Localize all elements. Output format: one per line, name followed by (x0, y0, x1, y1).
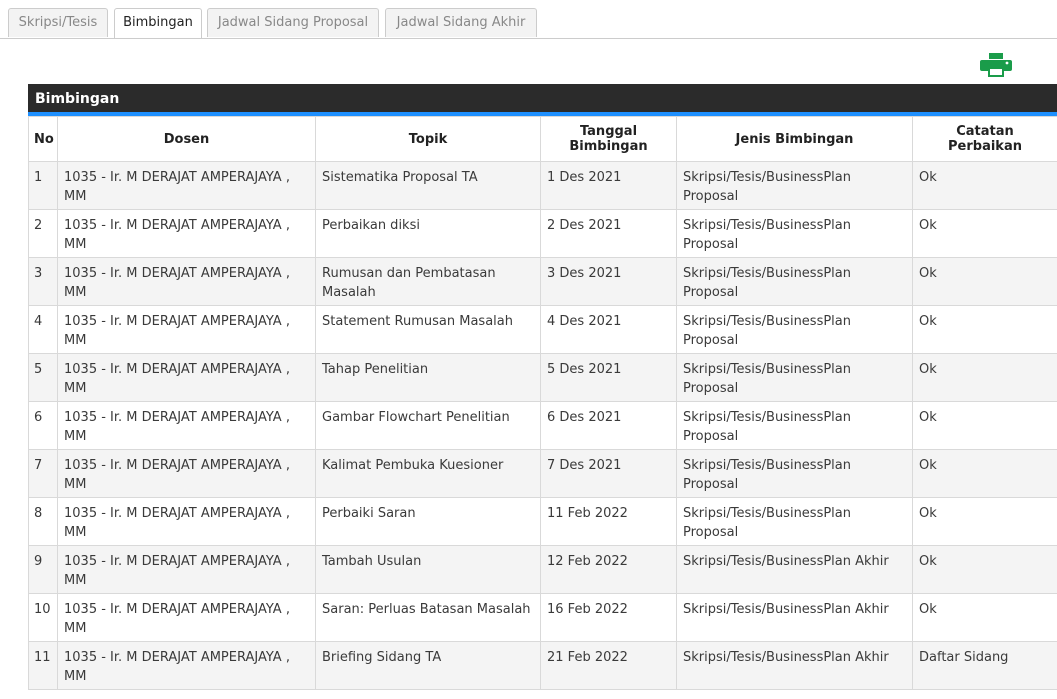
cell-no: 4 (28, 305, 58, 354)
cell-dosen: 1035 - Ir. M DERAJAT AMPERAJAYA , MM (57, 209, 316, 258)
cell-catatan: Ok (912, 401, 1057, 450)
cell-tanggal: 5 Des 2021 (540, 353, 677, 402)
cell-dosen: 1035 - Ir. M DERAJAT AMPERAJAYA , MM (57, 257, 316, 306)
table-row: 3 1035 - Ir. M DERAJAT AMPERAJAYA , MM Rum… (28, 257, 1057, 306)
cell-catatan: Ok (912, 209, 1057, 258)
header-catatan-line1: Catatan (956, 124, 1014, 139)
cell-catatan: Ok (912, 593, 1057, 642)
tab-jadwal-sidang-akhir[interactable]: Jadwal Sidang Akhir (385, 8, 537, 37)
cell-jenis: Skripsi/Tesis/BusinessPlan Akhir (676, 545, 913, 594)
page: Skripsi/Tesis Bimbingan Jadwal Sidang Pr… (0, 0, 1057, 699)
cell-no: 9 (28, 545, 58, 594)
cell-dosen: 1035 - Ir. M DERAJAT AMPERAJAYA , MM (57, 401, 316, 450)
cell-jenis: Skripsi/Tesis/BusinessPlan Proposal (676, 449, 913, 498)
cell-jenis: Skripsi/Tesis/BusinessPlan Akhir (676, 593, 913, 642)
cell-catatan: Ok (912, 257, 1057, 306)
header-tanggal-bimbingan: Tanggal Bimbingan (540, 116, 677, 162)
cell-no: 1 (28, 161, 58, 210)
tab-bimbingan[interactable]: Bimbingan (114, 8, 202, 38)
tab-skripsi-tesis[interactable]: Skripsi/Tesis (8, 8, 108, 37)
header-dosen: Dosen (57, 116, 316, 162)
table-row: 6 1035 - Ir. M DERAJAT AMPERAJAYA , MM Gam… (28, 401, 1057, 450)
cell-no: 2 (28, 209, 58, 258)
cell-tanggal: 3 Des 2021 (540, 257, 677, 306)
cell-jenis: Skripsi/Tesis/BusinessPlan Proposal (676, 497, 913, 546)
table-header-row: No Dosen Topik Tanggal Bimbingan Jenis B… (28, 116, 1057, 162)
cell-topik: Rumusan dan Pembatasan Masalah (315, 257, 541, 306)
cell-tanggal: 7 Des 2021 (540, 449, 677, 498)
header-topik: Topik (315, 116, 541, 162)
cell-dosen: 1035 - Ir. M DERAJAT AMPERAJAYA , MM (57, 545, 316, 594)
table-row: 2 1035 - Ir. M DERAJAT AMPERAJAYA , MM Per… (28, 209, 1057, 258)
cell-jenis: Skripsi/Tesis/BusinessPlan Proposal (676, 353, 913, 402)
cell-catatan: Ok (912, 353, 1057, 402)
cell-tanggal: 1 Des 2021 (540, 161, 677, 210)
cell-jenis: Skripsi/Tesis/BusinessPlan Proposal (676, 257, 913, 306)
header-catatan-perbaikan: Catatan Perbaikan (912, 116, 1057, 162)
cell-tanggal: 21 Feb 2022 (540, 641, 677, 690)
cell-catatan: Ok (912, 497, 1057, 546)
cell-no: 7 (28, 449, 58, 498)
cell-topik: Perbaiki Saran (315, 497, 541, 546)
cell-topik: Tahap Penelitian (315, 353, 541, 402)
cell-catatan: Ok (912, 449, 1057, 498)
cell-jenis: Skripsi/Tesis/BusinessPlan Proposal (676, 209, 913, 258)
header-tanggal-line2: Bimbingan (569, 139, 648, 154)
table-row: 11 1035 - Ir. M DERAJAT AMPERAJAYA , MM Br… (28, 641, 1057, 690)
cell-tanggal: 2 Des 2021 (540, 209, 677, 258)
cell-no: 11 (28, 641, 58, 690)
table-row: 7 1035 - Ir. M DERAJAT AMPERAJAYA , MM Kal… (28, 449, 1057, 498)
panel-title: Bimbingan (28, 84, 1057, 116)
cell-dosen: 1035 - Ir. M DERAJAT AMPERAJAYA , MM (57, 305, 316, 354)
cell-tanggal: 4 Des 2021 (540, 305, 677, 354)
cell-no: 10 (28, 593, 58, 642)
table-row: 4 1035 - Ir. M DERAJAT AMPERAJAYA , MM Sta… (28, 305, 1057, 354)
cell-jenis: Skripsi/Tesis/BusinessPlan Proposal (676, 401, 913, 450)
printer-icon[interactable] (980, 53, 1012, 77)
table-row: 5 1035 - Ir. M DERAJAT AMPERAJAYA , MM Tah… (28, 353, 1057, 402)
cell-dosen: 1035 - Ir. M DERAJAT AMPERAJAYA , MM (57, 641, 316, 690)
cell-topik: Briefing Sidang TA (315, 641, 541, 690)
cell-tanggal: 16 Feb 2022 (540, 593, 677, 642)
cell-topik: Tambah Usulan (315, 545, 541, 594)
header-catatan-line2: Perbaikan (948, 139, 1022, 154)
cell-topik: Statement Rumusan Masalah (315, 305, 541, 354)
cell-catatan: Daftar Sidang (912, 641, 1057, 690)
bimbingan-table: No Dosen Topik Tanggal Bimbingan Jenis B… (28, 116, 1057, 690)
cell-catatan: Ok (912, 305, 1057, 354)
cell-topik: Saran: Perluas Batasan Masalah (315, 593, 541, 642)
cell-no: 3 (28, 257, 58, 306)
cell-dosen: 1035 - Ir. M DERAJAT AMPERAJAYA , MM (57, 497, 316, 546)
cell-catatan: Ok (912, 545, 1057, 594)
cell-dosen: 1035 - Ir. M DERAJAT AMPERAJAYA , MM (57, 161, 316, 210)
cell-tanggal: 12 Feb 2022 (540, 545, 677, 594)
cell-tanggal: 6 Des 2021 (540, 401, 677, 450)
bimbingan-panel: Bimbingan No Dosen Topik Tanggal Bimbing… (28, 84, 1057, 690)
cell-dosen: 1035 - Ir. M DERAJAT AMPERAJAYA , MM (57, 593, 316, 642)
cell-topik: Kalimat Pembuka Kuesioner (315, 449, 541, 498)
cell-topik: Perbaikan diksi (315, 209, 541, 258)
cell-jenis: Skripsi/Tesis/BusinessPlan Proposal (676, 305, 913, 354)
cell-catatan: Ok (912, 161, 1057, 210)
cell-dosen: 1035 - Ir. M DERAJAT AMPERAJAYA , MM (57, 353, 316, 402)
tab-jadwal-sidang-proposal[interactable]: Jadwal Sidang Proposal (207, 8, 379, 37)
tab-bar: Skripsi/Tesis Bimbingan Jadwal Sidang Pr… (0, 0, 1057, 39)
cell-no: 5 (28, 353, 58, 402)
header-tanggal-line1: Tanggal (579, 124, 638, 139)
header-no: No (28, 116, 58, 162)
cell-jenis: Skripsi/Tesis/BusinessPlan Proposal (676, 161, 913, 210)
cell-jenis: Skripsi/Tesis/BusinessPlan Akhir (676, 641, 913, 690)
cell-topik: Gambar Flowchart Penelitian (315, 401, 541, 450)
table-row: 9 1035 - Ir. M DERAJAT AMPERAJAYA , MM Tam… (28, 545, 1057, 594)
header-jenis-bimbingan: Jenis Bimbingan (676, 116, 913, 162)
table-row: 1 1035 - Ir. M DERAJAT AMPERAJAYA , MM Sis… (28, 161, 1057, 210)
cell-no: 8 (28, 497, 58, 546)
cell-topik: Sistematika Proposal TA (315, 161, 541, 210)
cell-no: 6 (28, 401, 58, 450)
cell-tanggal: 11 Feb 2022 (540, 497, 677, 546)
cell-dosen: 1035 - Ir. M DERAJAT AMPERAJAYA , MM (57, 449, 316, 498)
table-row: 10 1035 - Ir. M DERAJAT AMPERAJAYA , MM Sa… (28, 593, 1057, 642)
table-row: 8 1035 - Ir. M DERAJAT AMPERAJAYA , MM Per… (28, 497, 1057, 546)
